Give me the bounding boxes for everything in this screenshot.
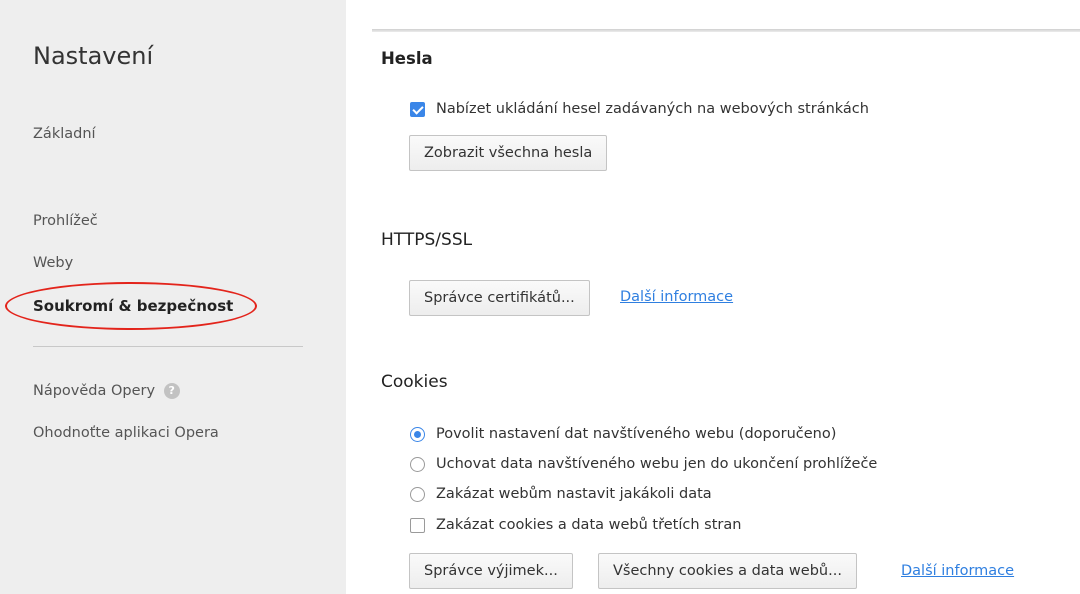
sidebar-item-browser[interactable]: Prohlížeč — [33, 213, 98, 229]
section-title-passwords: Hesla — [381, 49, 433, 68]
sidebar-item-rate-opera[interactable]: Ohodnoťte aplikaci Opera — [33, 425, 219, 441]
cookie-option-block-all-label: Zakázat webům nastavit jakákoli data — [436, 486, 712, 502]
offer-save-passwords-label: Nabízet ukládání hesel zadávaných na web… — [436, 101, 869, 117]
sidebar-item-label: Nápověda Opery — [33, 383, 156, 399]
sidebar-divider — [33, 346, 303, 347]
cookie-option-allow-radio[interactable] — [410, 426, 425, 442]
cookie-option-session-only[interactable]: Uchovat data navštíveného webu jen do uk… — [410, 456, 877, 472]
help-icon: ? — [163, 383, 180, 399]
sidebar-item-basic[interactable]: Základní — [33, 126, 96, 142]
exceptions-manager-button[interactable]: Správce výjimek... — [409, 553, 573, 589]
sidebar-item-privacy-security[interactable]: Soukromí & bezpečnost — [33, 297, 233, 315]
all-cookies-site-data-button[interactable]: Všechny cookies a data webů... — [598, 553, 857, 589]
sidebar-item-opera-help[interactable]: Nápověda Opery ? — [33, 383, 180, 399]
cookie-option-session-only-label: Uchovat data navštíveného webu jen do uk… — [436, 456, 878, 472]
section-title-cookies: Cookies — [381, 372, 448, 392]
section-title-https: HTTPS/SSL — [381, 230, 473, 250]
cookies-more-info-link[interactable]: Další informace — [901, 563, 1014, 579]
block-third-party-row[interactable]: Zakázat cookies a data webů třetích stra… — [410, 517, 741, 533]
offer-save-passwords-row[interactable]: Nabízet ukládání hesel zadávaných na web… — [410, 101, 869, 117]
cookie-option-allow-label: Povolit nastavení dat navštíveného webu … — [436, 426, 837, 442]
cookie-option-block-all-radio[interactable] — [410, 486, 425, 502]
certificate-manager-button[interactable]: Správce certifikátů... — [409, 280, 590, 316]
show-all-passwords-button[interactable]: Zobrazit všechna hesla — [409, 135, 608, 171]
block-third-party-label: Zakázat cookies a data webů třetích stra… — [436, 517, 742, 533]
https-more-info-link[interactable]: Další informace — [620, 289, 733, 305]
cookie-option-block-all[interactable]: Zakázat webům nastavit jakákoli data — [410, 486, 712, 502]
sidebar-title: Nastavení — [33, 42, 154, 70]
block-third-party-checkbox[interactable] — [410, 517, 425, 533]
offer-save-passwords-checkbox[interactable] — [410, 101, 425, 117]
content-top-shadow — [372, 29, 1080, 32]
settings-sidebar: Nastavení Základní Prohlížeč Weby Soukro… — [0, 0, 346, 594]
cookie-option-allow[interactable]: Povolit nastavení dat navštíveného webu … — [410, 426, 836, 442]
sidebar-item-websites[interactable]: Weby — [33, 255, 73, 271]
cookie-option-session-only-radio[interactable] — [410, 456, 425, 472]
